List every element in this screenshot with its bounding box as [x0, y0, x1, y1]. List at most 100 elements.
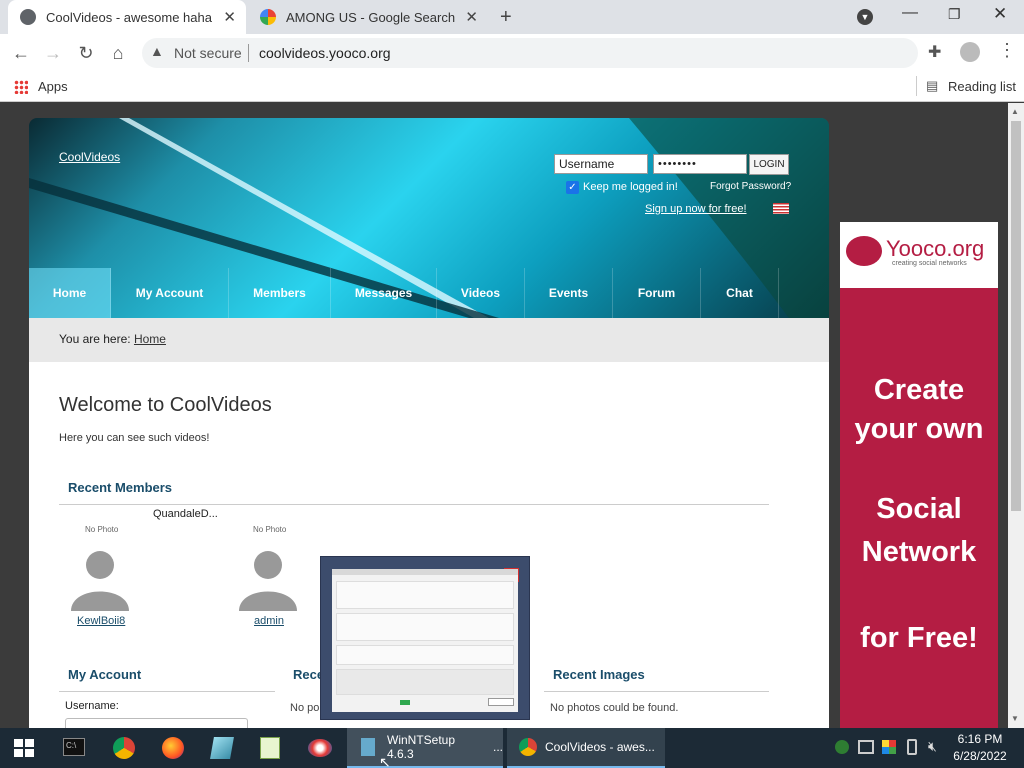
- tray-color-icon[interactable]: [882, 740, 896, 754]
- nav-forum[interactable]: Forum: [613, 268, 701, 318]
- site-header: CoolVideos Username •••••••• LOGIN ✓ Kee…: [29, 118, 829, 318]
- taskbar-chrome[interactable]: CoolVideos - awes...: [507, 728, 665, 768]
- no-photos-text: No photos could be found.: [550, 702, 679, 714]
- nav-my-account[interactable]: My Account: [111, 268, 229, 318]
- site-logo[interactable]: CoolVideos: [59, 150, 120, 164]
- warning-icon: ▲: [150, 43, 164, 59]
- extensions-icon[interactable]: ✚: [928, 42, 941, 62]
- start-icon[interactable]: [14, 739, 34, 757]
- url-text[interactable]: coolvideos.yooco.org: [259, 45, 391, 61]
- clock-time[interactable]: 6:16 PM: [950, 732, 1010, 746]
- preview-section: [336, 613, 514, 641]
- new-tab-icon[interactable]: +: [500, 6, 512, 29]
- back-icon[interactable]: ←: [10, 42, 32, 64]
- address-bar[interactable]: ▲ Not secure coolvideos.yooco.org: [142, 38, 918, 68]
- clock-date[interactable]: 6/28/2022: [950, 749, 1010, 763]
- taskbar-preview-winntsetup[interactable]: ✕: [320, 556, 530, 720]
- apps-link[interactable]: Apps: [38, 79, 68, 94]
- us-flag-icon[interactable]: [773, 203, 789, 214]
- mouse-cursor: ↖: [379, 754, 391, 768]
- files-icon[interactable]: [210, 737, 234, 759]
- tab-strip: CoolVideos - awesome haha ✕ AMONG US - G…: [0, 0, 1024, 34]
- username-input[interactable]: Username: [554, 154, 648, 174]
- tab-search-icon[interactable]: ▼: [857, 9, 873, 25]
- volume-mute-icon[interactable]: 🔇︎: [928, 738, 937, 755]
- nav-videos[interactable]: Videos: [437, 268, 525, 318]
- member-link[interactable]: QuandaleD...: [153, 508, 218, 520]
- page-subtitle: Here you can see such videos!: [59, 432, 210, 444]
- avatar-placeholder[interactable]: [69, 545, 131, 611]
- notepad-plus-icon[interactable]: [260, 737, 280, 759]
- tray-network-app-icon[interactable]: [835, 740, 849, 754]
- scroll-up-icon[interactable]: ▲: [1011, 107, 1019, 116]
- google-icon: [260, 9, 276, 25]
- tab-coolvideos[interactable]: CoolVideos - awesome haha ✕: [8, 0, 246, 34]
- my-account-heading: My Account: [68, 667, 142, 682]
- signup-link[interactable]: Sign up now for free!: [645, 203, 747, 215]
- reading-list-link[interactable]: Reading list: [948, 79, 1016, 94]
- scroll-down-icon[interactable]: ▼: [1011, 714, 1019, 723]
- tab-among-us[interactable]: AMONG US - Google Search ✕: [248, 0, 488, 34]
- nav-members[interactable]: Members: [229, 268, 331, 318]
- forward-icon[interactable]: →: [42, 42, 64, 64]
- nav-messages[interactable]: Messages: [331, 268, 437, 318]
- taskbar-winntsetup[interactable]: WinNTSetup 4.6.3 ...: [347, 728, 503, 768]
- forgot-password-link[interactable]: Forgot Password?: [710, 181, 791, 192]
- profile-avatar[interactable]: [960, 42, 980, 62]
- restore-icon[interactable]: ❐: [948, 6, 961, 23]
- reload-icon[interactable]: ↻: [75, 42, 97, 64]
- vertical-scrollbar[interactable]: ▲ ▼: [1008, 103, 1024, 728]
- preview-window: [332, 569, 518, 712]
- recent-members-heading: Recent Members: [68, 480, 173, 495]
- tab-title: AMONG US - Google Search: [286, 9, 456, 25]
- preview-section: [336, 581, 514, 609]
- password-input[interactable]: ••••••••: [653, 154, 747, 174]
- avatar-placeholder[interactable]: [237, 545, 299, 611]
- scroll-thumb[interactable]: [1011, 121, 1021, 511]
- breadcrumb: You are here: Home: [29, 318, 829, 362]
- close-icon[interactable]: ✕: [223, 8, 236, 26]
- not-secure-label: Not secure: [174, 45, 242, 61]
- preview-button: [488, 698, 514, 706]
- no-photo-label: No Photo: [85, 525, 119, 534]
- ad-line: for Free!: [860, 622, 978, 654]
- home-icon[interactable]: ⌂: [107, 42, 129, 64]
- taskbar-app-label: WinNTSetup 4.6.3: [387, 733, 456, 761]
- nav-events[interactable]: Events: [525, 268, 613, 318]
- preview-titlebar: [332, 569, 518, 575]
- divider: [544, 691, 769, 692]
- divider: [59, 691, 275, 692]
- keep-logged-checkbox[interactable]: ✓: [566, 181, 579, 194]
- chrome-icon[interactable]: [113, 737, 135, 759]
- reading-list-icon: ▤: [926, 78, 939, 93]
- tab-title: CoolVideos - awesome haha: [46, 9, 212, 25]
- page-viewport: CoolVideos Username •••••••• LOGIN ✓ Kee…: [0, 103, 1008, 728]
- globe-icon: [20, 9, 36, 25]
- firefox-icon[interactable]: [162, 737, 184, 759]
- windows-taskbar: C:\ WinNTSetup 4.6.3 ... CoolVideos - aw…: [0, 728, 1024, 768]
- ad-banner[interactable]: Yooco.org creating social networks Creat…: [840, 222, 998, 728]
- close-window-icon[interactable]: ✕: [993, 4, 1007, 24]
- preview-progress: [400, 700, 410, 705]
- minimize-icon[interactable]: —: [902, 4, 918, 22]
- recent-images-heading: Recent Images: [553, 667, 645, 682]
- ad-line: Social: [876, 493, 962, 525]
- nav-chat[interactable]: Chat: [701, 268, 779, 318]
- account-username-field[interactable]: [65, 718, 248, 728]
- menu-icon[interactable]: ⋮: [998, 40, 1016, 61]
- winntsetup-icon: [361, 738, 375, 756]
- login-button[interactable]: LOGIN: [749, 154, 789, 175]
- no-photo-label: No Photo: [253, 525, 287, 534]
- close-icon[interactable]: ✕: [465, 8, 478, 26]
- breadcrumb-home-link[interactable]: Home: [134, 332, 166, 346]
- tray-usb-icon[interactable]: [907, 739, 917, 755]
- member-link[interactable]: KewlBoii8: [77, 615, 125, 627]
- member-link[interactable]: admin: [254, 615, 284, 627]
- ad-logo-area: Yooco.org creating social networks: [840, 222, 998, 288]
- paint-icon[interactable]: [308, 739, 332, 757]
- preview-options: [336, 669, 514, 695]
- no-posts-text: No po: [290, 702, 320, 714]
- nav-home[interactable]: Home: [29, 268, 111, 318]
- cmd-icon[interactable]: C:\: [63, 738, 85, 756]
- tray-display-icon[interactable]: [858, 740, 874, 754]
